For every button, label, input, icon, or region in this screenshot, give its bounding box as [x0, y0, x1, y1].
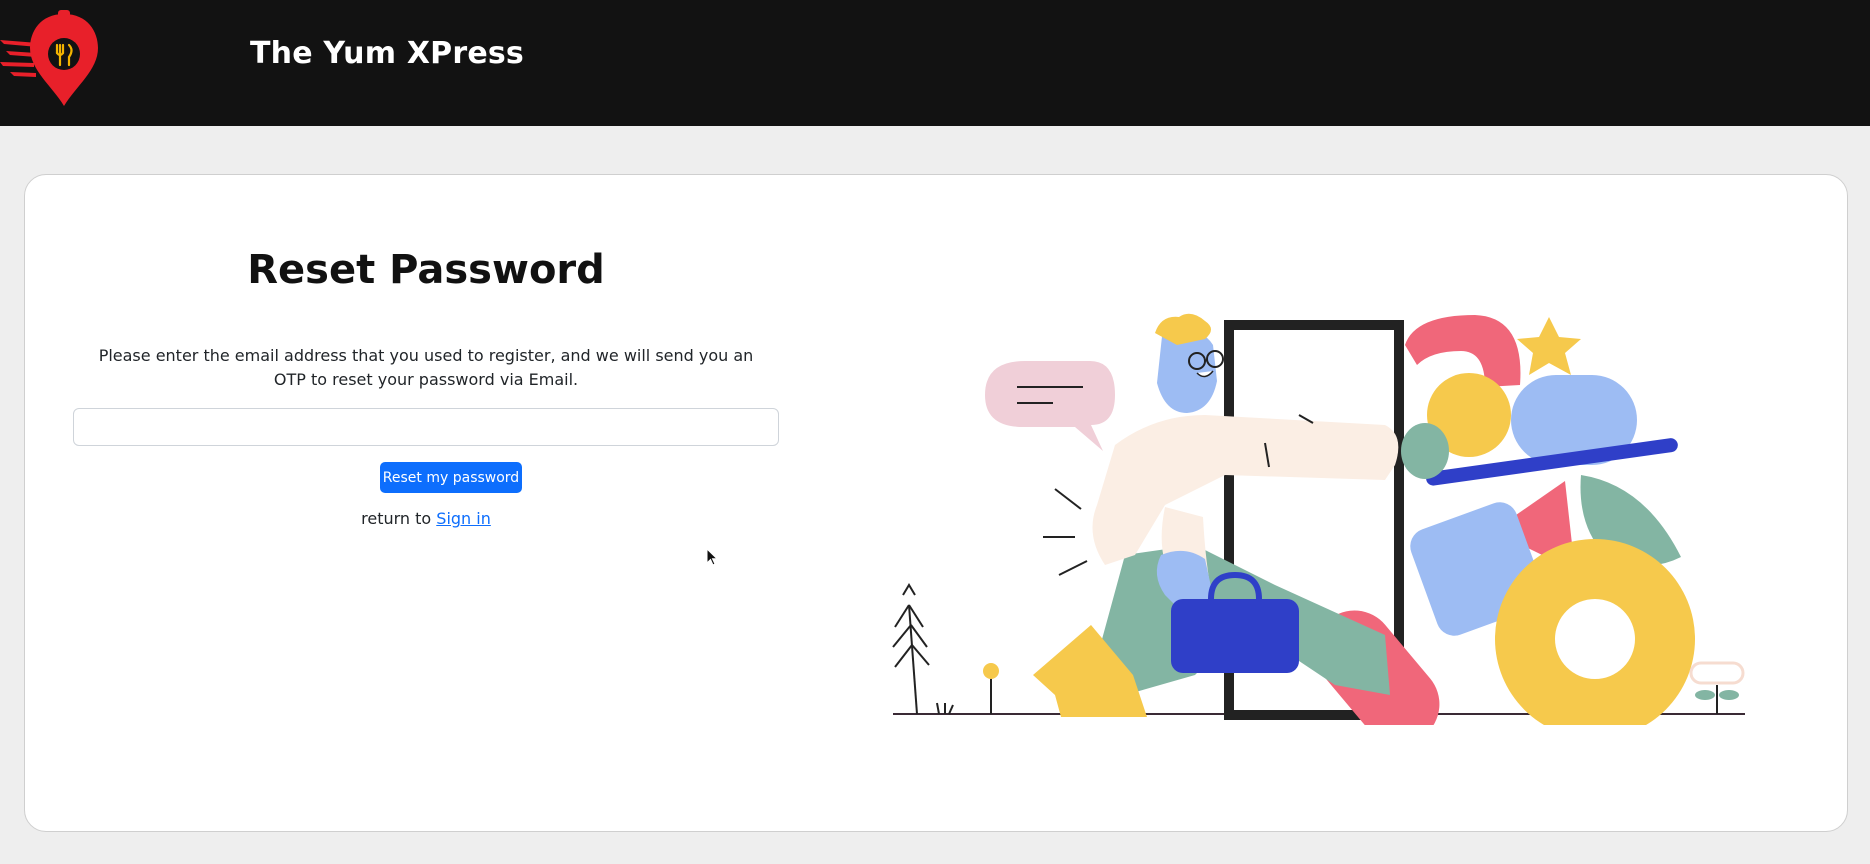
- reset-instructions: Please enter the email address that you …: [98, 346, 754, 389]
- page-title: Reset Password: [247, 247, 605, 293]
- brand-title[interactable]: The Yum XPress: [250, 36, 524, 71]
- sign-in-link[interactable]: Sign in: [436, 509, 491, 528]
- mouse-cursor-icon: [706, 548, 719, 566]
- return-to-signin: return to Sign in: [73, 509, 779, 528]
- navbar: The Yum XPress: [0, 0, 1870, 126]
- person-walking-through-door-illustration: [892, 313, 1745, 725]
- email-input[interactable]: [73, 408, 779, 446]
- return-prefix: return to: [361, 509, 437, 528]
- reset-form: Reset Password Please enter the email ad…: [73, 175, 779, 831]
- reset-password-button[interactable]: Reset my password: [380, 462, 522, 493]
- location-pin-fork-knife-icon[interactable]: [0, 10, 104, 110]
- reset-password-card: Reset Password Please enter the email ad…: [24, 174, 1848, 832]
